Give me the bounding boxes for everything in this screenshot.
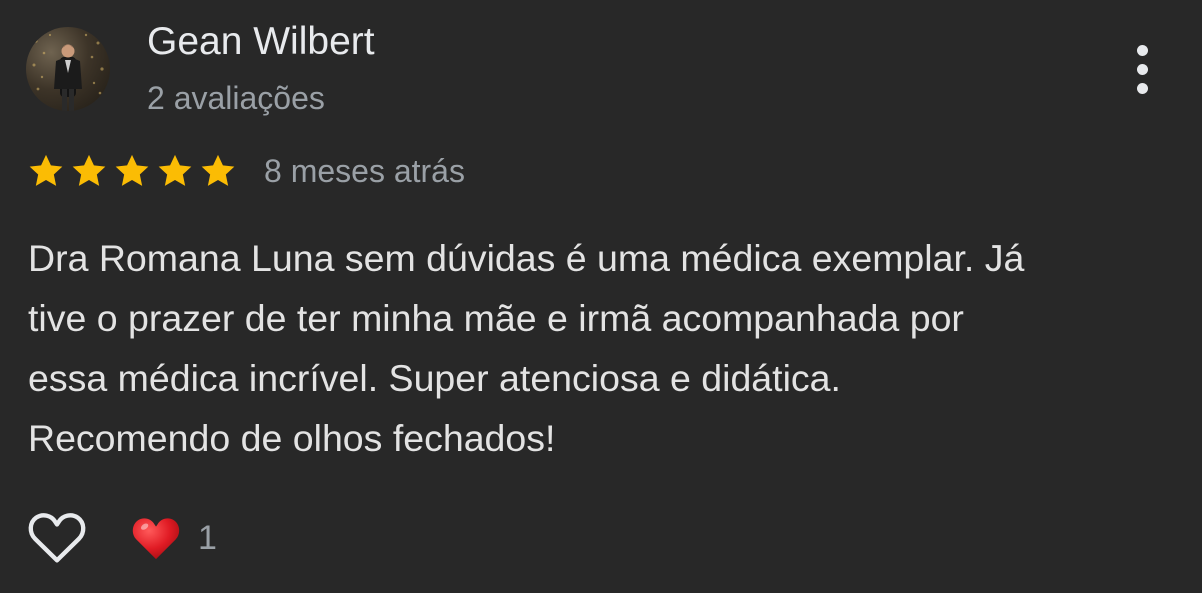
heart-reaction[interactable]: 1	[130, 512, 217, 564]
review-text-line: Recomendo de olhos fechados!	[28, 417, 556, 459]
more-vert-icon-dot	[1136, 63, 1148, 75]
rating-row: 8 meses atrás	[26, 149, 465, 193]
heart-outline-icon	[28, 513, 86, 563]
review-text-line: Dra Romana Luna sem dúvidas é uma médica…	[28, 237, 1025, 279]
more-vert-icon	[1136, 44, 1148, 56]
review-date: 8 meses atrás	[264, 152, 465, 189]
review-actions: 1	[26, 506, 217, 570]
star-icon	[155, 151, 195, 191]
review-card: Gean Wilbert 2 avaliações 8 meses atrás …	[0, 0, 1202, 593]
author-avatar[interactable]	[26, 27, 110, 111]
reaction-count: 1	[198, 518, 217, 557]
author-review-count: 2 avaliações	[147, 80, 325, 116]
red-heart-icon	[132, 518, 180, 560]
star-icon	[69, 151, 109, 191]
star-icon	[112, 151, 152, 191]
star-icon	[198, 151, 238, 191]
review-text-line: tive o prazer de ter minha mãe e irmã ac…	[28, 297, 964, 339]
more-vert-icon-dot	[1136, 82, 1148, 94]
more-options-button[interactable]	[1122, 40, 1162, 98]
profile-photo-icon	[32, 33, 104, 111]
review-text-line: essa médica incrível. Super atenciosa e …	[28, 357, 841, 399]
author-name[interactable]: Gean Wilbert	[147, 20, 375, 64]
review-text: Dra Romana Luna sem dúvidas é uma médica…	[28, 228, 1178, 468]
star-rating	[26, 151, 238, 191]
star-icon	[26, 151, 66, 191]
like-button[interactable]	[26, 507, 88, 569]
